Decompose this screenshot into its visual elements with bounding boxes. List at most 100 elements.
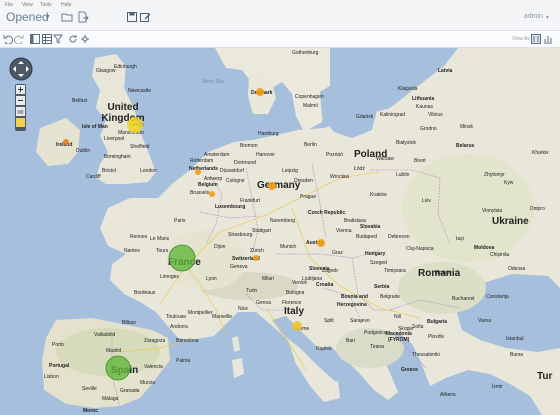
city-label: Lublin: [396, 172, 410, 178]
city-label: Dnipro: [530, 206, 545, 212]
city-label: Newcastle: [128, 88, 152, 94]
menu-tools[interactable]: Tools: [40, 2, 52, 8]
country-label: Italy: [284, 306, 305, 317]
menu-file[interactable]: File: [5, 2, 13, 8]
city-label: Skopje: [398, 326, 414, 332]
city-label: Marseille: [212, 314, 233, 320]
map-view-icon[interactable]: [531, 34, 541, 44]
city-label: Bucharest: [452, 296, 475, 302]
country-label: Bulgaria: [427, 319, 448, 325]
save-icon[interactable]: [126, 11, 138, 23]
city-label: Dijon: [214, 244, 226, 250]
city-label: Valladolid: [94, 332, 116, 338]
chart-view-icon[interactable]: [543, 34, 553, 44]
city-label: Debrecen: [388, 234, 410, 240]
country-label: Hungary: [365, 251, 386, 257]
city-label: Zagreb: [322, 268, 338, 274]
save-as-icon[interactable]: [139, 11, 151, 23]
map-viewport[interactable]: North Sea Ukraine Romania Poland Germany…: [0, 48, 560, 415]
user-menu[interactable]: admin: [524, 13, 543, 20]
city-label: Wrocław: [330, 174, 350, 180]
city-label: Split: [324, 318, 334, 324]
city-label: Kharkiv: [532, 150, 549, 156]
city-label: Dresden: [294, 178, 313, 184]
page-title[interactable]: Opened: [6, 10, 49, 24]
country-label: Netherlands: [189, 166, 218, 172]
redo-icon[interactable]: [14, 34, 24, 44]
city-label: Kaunas: [416, 104, 433, 110]
select-area-icon[interactable]: [16, 118, 25, 127]
country-label: Croatia: [316, 282, 334, 288]
city-label: Białystok: [396, 140, 417, 146]
city-label: Cardiff: [86, 174, 101, 180]
city-label: Chișinău: [490, 252, 510, 258]
country-label: Herzegovina: [337, 302, 367, 308]
city-label: Vienna: [336, 228, 352, 234]
city-label: Bari: [346, 338, 355, 344]
country-label: Tur: [537, 371, 553, 382]
city-label: Florence: [282, 300, 302, 306]
city-label: Graz: [332, 250, 343, 256]
city-label: Bologna: [286, 290, 305, 296]
city-label: Lisbon: [44, 374, 59, 380]
city-label: Rennes: [130, 234, 148, 240]
city-label: Nuremberg: [270, 218, 296, 224]
city-label: Kraków: [370, 192, 387, 198]
city-label: Venice: [292, 280, 308, 286]
city-label: Bristol: [102, 168, 116, 174]
city-label: Le Mans: [150, 236, 170, 242]
city-label: Turin: [246, 288, 258, 294]
refresh-icon[interactable]: [68, 34, 78, 44]
undo-icon[interactable]: [3, 34, 13, 44]
city-label: Grodno: [420, 126, 437, 132]
chevron-down-icon[interactable]: ▼: [44, 14, 51, 21]
table-view-icon[interactable]: [42, 34, 52, 44]
country-label: Moldova: [474, 245, 495, 251]
layers-icon[interactable]: [16, 107, 25, 116]
city-label: Manchester: [118, 130, 145, 136]
zoom-control: [15, 84, 26, 131]
city-label: Belgrade: [380, 294, 401, 300]
city-label: Porto: [52, 342, 64, 348]
city-label: Bordeaux: [134, 290, 156, 296]
city-label: Vilnius: [428, 112, 443, 118]
country-label: Isle of Man: [82, 124, 108, 130]
export-icon[interactable]: [77, 11, 89, 23]
city-label: Thessaloniki: [412, 352, 440, 358]
city-label: Cluj-Napoca: [406, 246, 434, 252]
layout-panel-icon[interactable]: [30, 34, 40, 44]
city-label: Paris: [174, 218, 186, 224]
city-label: Málaga: [102, 396, 119, 402]
city-label: Podgorica: [364, 330, 387, 336]
city-label: Frankfurt: [240, 198, 261, 204]
city-label: Niš: [394, 314, 402, 320]
view-as-label: View As: [512, 36, 530, 42]
city-label: Szeged: [370, 260, 387, 266]
city-label: Kyiv: [504, 180, 514, 186]
city-label: Iași: [456, 236, 464, 242]
city-label: Zürich: [250, 248, 264, 254]
city-label: Sarajevo: [350, 318, 370, 324]
country-label: Slovakia: [360, 224, 381, 230]
city-label: Odessa: [508, 266, 526, 272]
pan-arrows-icon[interactable]: [9, 57, 33, 81]
chevron-down-icon[interactable]: ▼: [545, 15, 550, 21]
country-label: Lithuania: [412, 96, 435, 102]
city-label: Kaliningrad: [380, 112, 406, 118]
city-label: Murcia: [140, 380, 156, 386]
city-label: Dortmund: [234, 160, 256, 166]
settings-icon[interactable]: [80, 34, 90, 44]
pan-control[interactable]: [9, 57, 33, 86]
city-label: Prague: [300, 194, 317, 200]
city-label: Strasbourg: [228, 232, 253, 238]
city-label: Varna: [478, 318, 491, 324]
open-folder-icon[interactable]: [61, 11, 73, 23]
city-label: Cologne: [226, 178, 245, 184]
city-label: Montpellier: [188, 310, 213, 316]
filter-icon[interactable]: [53, 34, 63, 44]
city-label: Tours: [156, 248, 169, 254]
menu-help[interactable]: Help: [61, 2, 71, 8]
city-label: Brașov: [436, 270, 452, 276]
city-label: Athens: [440, 392, 456, 398]
menu-view[interactable]: View: [22, 2, 33, 8]
